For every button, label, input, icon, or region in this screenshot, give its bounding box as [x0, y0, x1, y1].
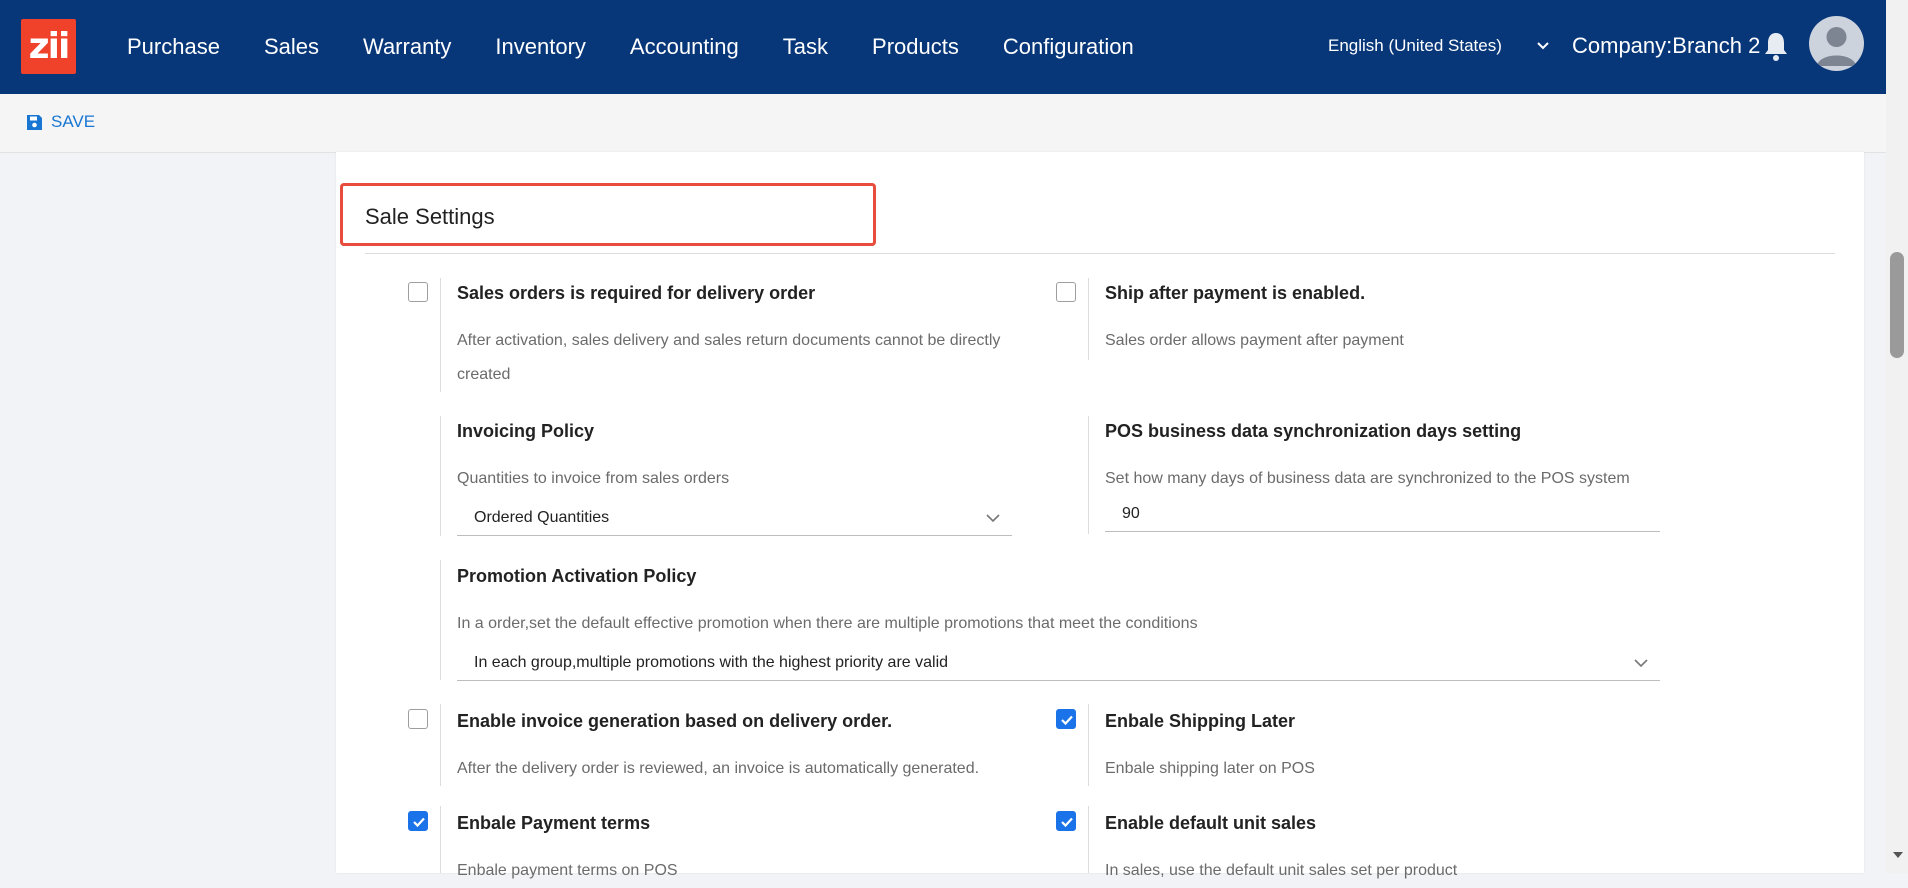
nav-sales[interactable]: Sales — [264, 34, 319, 60]
promotion-policy-label: Promotion Activation Policy — [457, 566, 697, 586]
pos-sync-days-input[interactable]: 90 — [1105, 496, 1660, 532]
ship-after-payment-label: Ship after payment is enabled. — [1105, 283, 1366, 303]
payment-terms-desc: Enbale payment terms on POS — [457, 862, 678, 879]
chevron-down-icon — [1634, 659, 1648, 668]
pos-sync-days-label: POS business data synchronization days s… — [1105, 421, 1522, 441]
action-toolbar: SAVE — [0, 94, 1886, 153]
top-navbar: zii Purchase Sales Warranty Inventory Ac… — [0, 0, 1886, 94]
bell-icon[interactable] — [1762, 30, 1790, 62]
scrollbar-track[interactable] — [1886, 0, 1908, 873]
invoicing-policy-label: Invoicing Policy — [457, 421, 595, 441]
payment-terms-label: Enbale Payment terms — [457, 813, 651, 833]
invoice-from-delivery-checkbox[interactable] — [408, 709, 428, 729]
promotion-policy-value: In each group,multiple promotions with t… — [474, 654, 949, 671]
divider — [440, 806, 441, 873]
divider — [440, 704, 441, 786]
nav-task[interactable]: Task — [783, 34, 828, 60]
sales-order-required-label: Sales orders is required for delivery or… — [457, 283, 816, 303]
language-selector[interactable]: English (United States) — [1328, 36, 1502, 56]
scroll-down-arrow-icon[interactable] — [1893, 851, 1903, 859]
divider — [440, 278, 441, 392]
nav-purchase[interactable]: Purchase — [127, 34, 220, 60]
nav-inventory[interactable]: Inventory — [495, 34, 586, 60]
pos-sync-days-desc: Set how many days of business data are s… — [1105, 470, 1630, 487]
section-divider — [365, 253, 1835, 254]
divider — [440, 560, 441, 680]
invoicing-policy-desc: Quantities to invoice from sales orders — [457, 470, 730, 487]
checkmark-icon — [413, 817, 425, 828]
default-unit-sales-checkbox[interactable] — [1056, 811, 1076, 831]
promotion-policy-select[interactable]: In each group,multiple promotions with t… — [457, 645, 1660, 681]
section-title: Sale Settings — [365, 204, 495, 229]
divider — [1088, 704, 1089, 786]
nav-products[interactable]: Products — [872, 34, 959, 60]
divider — [1088, 806, 1089, 873]
shipping-later-label: Enbale Shipping Later — [1105, 711, 1296, 731]
chevron-down-icon — [986, 514, 1000, 523]
chevron-down-icon[interactable] — [1536, 36, 1550, 56]
invoice-from-delivery-desc: After the delivery order is reviewed, an… — [457, 760, 980, 777]
company-switcher[interactable]: Company:Branch 2 — [1572, 33, 1760, 59]
shipping-later-checkbox[interactable] — [1056, 709, 1076, 729]
divider — [1088, 278, 1089, 360]
scrollbar-thumb[interactable] — [1890, 252, 1904, 358]
app-logo[interactable]: zii — [21, 19, 76, 74]
checkmark-icon — [1061, 715, 1073, 726]
nav-accounting[interactable]: Accounting — [630, 34, 739, 60]
invoice-from-delivery-label: Enable invoice generation based on deliv… — [457, 711, 893, 731]
default-unit-sales-label: Enable default unit sales — [1105, 813, 1317, 833]
save-label: SAVE — [51, 112, 96, 131]
invoicing-policy-value: Ordered Quantities — [474, 509, 610, 526]
checkmark-icon — [1061, 817, 1073, 828]
sales-order-required-desc-2: created — [457, 366, 511, 383]
default-unit-sales-desc: In sales, use the default unit sales set… — [1105, 862, 1458, 879]
save-button[interactable]: SAVE — [26, 112, 95, 132]
sales-order-required-desc: After activation, sales delivery and sal… — [457, 332, 1001, 349]
ship-after-payment-checkbox[interactable] — [1056, 282, 1076, 302]
nav-configuration[interactable]: Configuration — [1003, 34, 1134, 60]
sales-order-required-checkbox[interactable] — [408, 282, 428, 302]
floppy-disk-icon — [27, 114, 42, 130]
pos-sync-days-value: 90 — [1122, 505, 1140, 522]
promotion-policy-desc: In a order,set the default effective pro… — [457, 615, 1198, 632]
payment-terms-checkbox[interactable] — [408, 811, 428, 831]
invoicing-policy-select[interactable]: Ordered Quantities — [457, 500, 1012, 536]
divider — [1088, 416, 1089, 534]
main-nav: Purchase Sales Warranty Inventory Accoun… — [127, 0, 1178, 94]
user-icon — [1817, 27, 1856, 66]
divider — [440, 416, 441, 536]
shipping-later-desc: Enbale shipping later on POS — [1105, 760, 1315, 777]
ship-after-payment-desc: Sales order allows payment after payment — [1105, 332, 1404, 349]
nav-warranty[interactable]: Warranty — [363, 34, 451, 60]
user-avatar[interactable] — [1809, 16, 1864, 71]
